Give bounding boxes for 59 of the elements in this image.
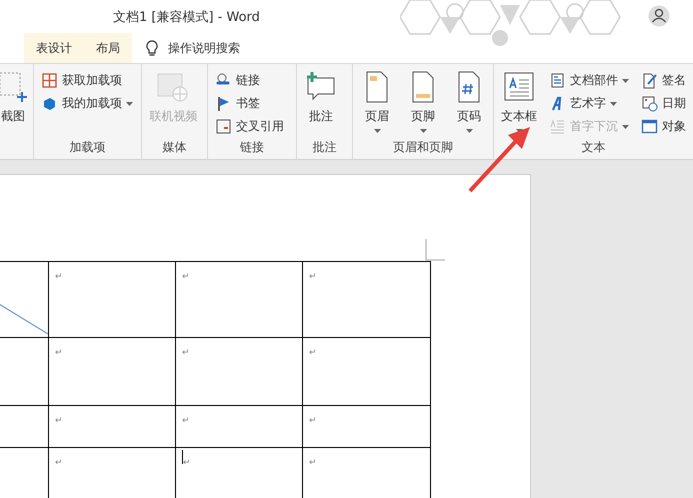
ribbon-button[interactable]: 艺术字: [546, 93, 632, 114]
cube-icon: [41, 95, 58, 112]
document-icon: [549, 72, 566, 89]
ribbon-button[interactable]: 书签: [212, 93, 287, 114]
cross-reference-icon: [214, 118, 232, 135]
table-cell: ↵: [303, 448, 431, 498]
ribbon-button[interactable]: 获取加载项: [38, 70, 136, 91]
screenshot-icon: [0, 70, 30, 104]
ribbon-button[interactable]: 签名: [638, 70, 689, 91]
search-field[interactable]: 操作说明搜索: [168, 40, 240, 56]
lightbulb-icon: [146, 40, 158, 56]
group-label: 链接: [239, 139, 265, 156]
ribbon-tab[interactable]: 表设计: [24, 33, 84, 63]
margin-corner-mark: [425, 239, 445, 261]
pen-icon: [641, 72, 658, 89]
table-cell: ↵: [176, 262, 303, 337]
caret-icon: [374, 129, 380, 133]
group-label: 文本: [580, 139, 606, 156]
table-cell: ↵: [303, 262, 431, 337]
ribbon-tab[interactable]: 布局: [84, 33, 132, 63]
diagonal-line: [0, 304, 48, 334]
large-ribbon-button[interactable]: 页码: [449, 68, 489, 137]
group-label: 媒体: [162, 139, 188, 156]
caret-icon: [622, 78, 629, 82]
group-label: 页眉和页脚: [392, 139, 454, 156]
grid-icon: [41, 72, 58, 89]
text-cursor: [182, 450, 183, 464]
caret-icon: [420, 129, 426, 133]
window-title: 文档1 [兼容模式] - Word: [113, 8, 260, 26]
caret-icon: [466, 129, 472, 133]
group-label: 批注: [312, 139, 338, 156]
ribbon-button[interactable]: 链接: [212, 70, 287, 91]
account-icon[interactable]: [648, 5, 670, 27]
caret-icon: [126, 102, 133, 106]
annotation-arrow-drawing: [468, 127, 532, 193]
table-cell: ↵: [49, 262, 176, 337]
calendar-clock-icon: [641, 95, 658, 112]
table-cell: ↵: [176, 338, 303, 405]
table-cell: ↵: [176, 448, 303, 498]
caret-icon: [622, 124, 629, 128]
large-ribbon-button[interactable]: 页眉: [357, 68, 397, 137]
table-cell: ↵: [303, 338, 431, 405]
group-label: 加载项: [68, 139, 107, 156]
table-cell: ↵: [49, 406, 176, 447]
caret-icon: [610, 102, 617, 106]
large-ribbon-button[interactable]: 页脚: [403, 68, 443, 137]
ribbon-button[interactable]: 交叉引用: [212, 116, 287, 137]
window-icon: [641, 118, 658, 135]
table-cell: ↵: [49, 338, 176, 405]
drop-cap-icon: [549, 118, 566, 135]
table-cell: ↵: [303, 406, 431, 447]
large-ribbon-button[interactable]: 批注: [301, 68, 342, 137]
large-ribbon-button[interactable]: 截图: [0, 68, 33, 159]
ribbon-button[interactable]: 对象: [638, 116, 689, 137]
ribbon-button[interactable]: 我的加载项: [38, 93, 136, 114]
ribbon-button[interactable]: 文档部件: [546, 70, 632, 91]
table-cell: ↵: [176, 406, 303, 447]
ribbon-button[interactable]: 日期: [638, 93, 689, 114]
table-cell: ↵: [49, 448, 176, 498]
